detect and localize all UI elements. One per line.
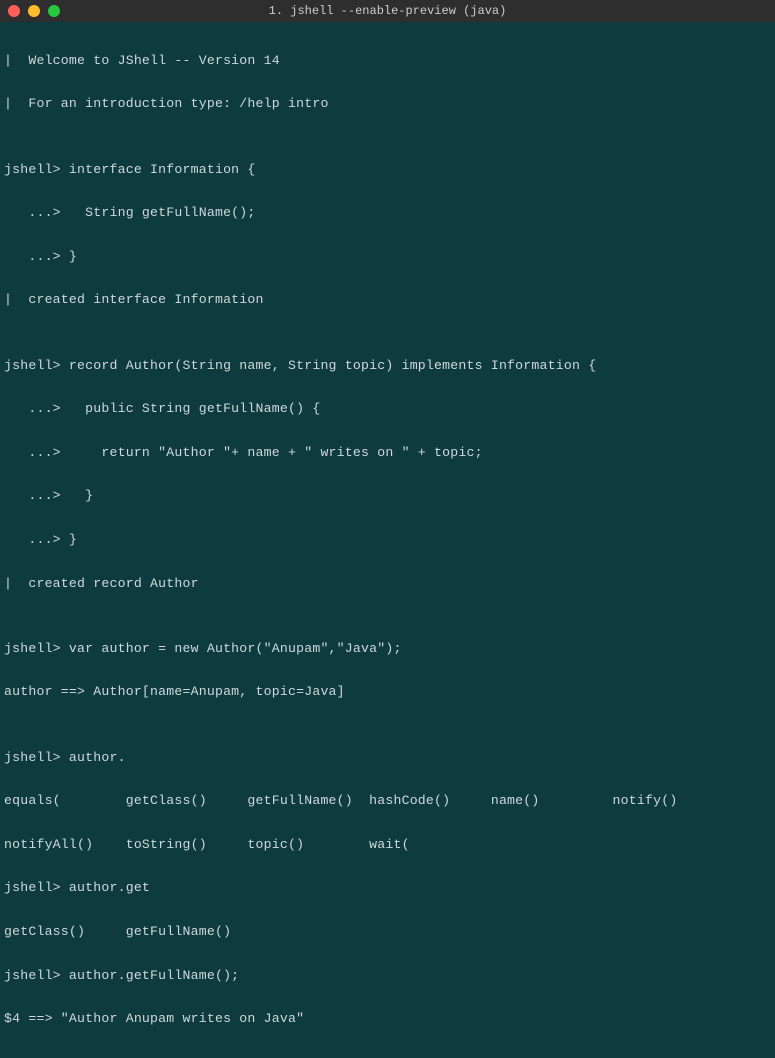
terminal-line: ...> } bbox=[4, 485, 771, 507]
terminal-line: $4 ==> "Author Anupam writes on Java" bbox=[4, 1008, 771, 1030]
terminal-line: jshell> author.getFullName(); bbox=[4, 965, 771, 987]
terminal-line: jshell> record Author(String name, Strin… bbox=[4, 355, 771, 377]
window-title: 1. jshell --enable-preview (java) bbox=[0, 4, 775, 18]
terminal-line: ...> String getFullName(); bbox=[4, 202, 771, 224]
terminal-line: ...> } bbox=[4, 529, 771, 551]
terminal-line: jshell> var author = new Author("Anupam"… bbox=[4, 638, 771, 660]
traffic-lights bbox=[8, 5, 60, 17]
terminal-line: | Welcome to JShell -- Version 14 bbox=[4, 50, 771, 72]
terminal-line: jshell> author. bbox=[4, 747, 771, 769]
terminal-line: jshell> interface Information { bbox=[4, 159, 771, 181]
terminal-line: ...> } bbox=[4, 246, 771, 268]
terminal-line: jshell> author.get bbox=[4, 877, 771, 899]
terminal-line: ...> public String getFullName() { bbox=[4, 398, 771, 420]
terminal-line: author ==> Author[name=Anupam, topic=Jav… bbox=[4, 681, 771, 703]
terminal[interactable]: | Welcome to JShell -- Version 14 | For … bbox=[0, 22, 775, 1058]
terminal-line: | For an introduction type: /help intro bbox=[4, 93, 771, 115]
terminal-line: equals( getClass() getFullName() hashCod… bbox=[4, 790, 771, 812]
close-button[interactable] bbox=[8, 5, 20, 17]
terminal-line: notifyAll() toString() topic() wait( bbox=[4, 834, 771, 856]
terminal-line: getClass() getFullName() bbox=[4, 921, 771, 943]
terminal-line: | created interface Information bbox=[4, 289, 771, 311]
maximize-button[interactable] bbox=[48, 5, 60, 17]
terminal-line: ...> return "Author "+ name + " writes o… bbox=[4, 442, 771, 464]
titlebar: 1. jshell --enable-preview (java) bbox=[0, 0, 775, 22]
minimize-button[interactable] bbox=[28, 5, 40, 17]
